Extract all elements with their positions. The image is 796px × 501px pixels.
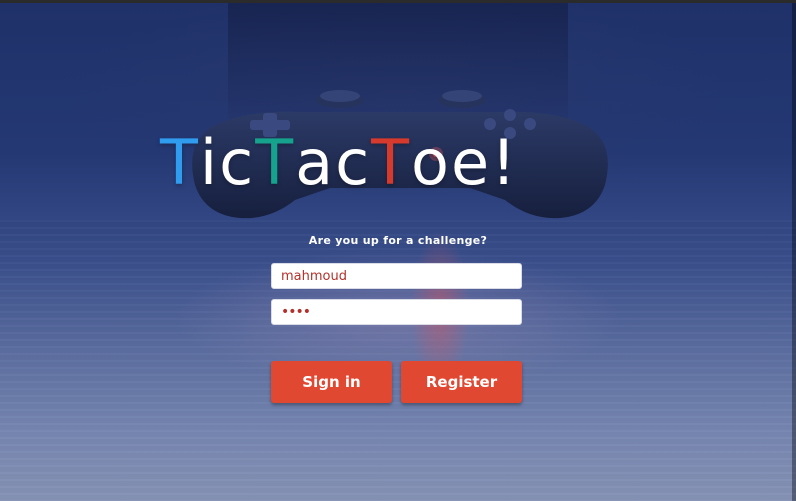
title-letter-t-red: T [371, 126, 412, 199]
game-title: Tic Tac Toe! [160, 128, 640, 198]
username-field[interactable] [271, 263, 522, 289]
title-letter-t-blue: T [160, 126, 200, 199]
sign-in-button[interactable]: Sign in [271, 361, 392, 403]
subtitle: Are you up for a challenge? [308, 234, 488, 247]
window-right-border [792, 3, 796, 501]
password-field[interactable] [271, 299, 522, 325]
register-button[interactable]: Register [401, 361, 522, 403]
title-part-oe: oe! [411, 126, 518, 199]
app-window: Tic Tac Toe! Are you up for a challenge?… [0, 0, 796, 501]
title-part-ic: ic [199, 126, 256, 199]
game-controller-icon [192, 90, 608, 219]
title-part-ac: ac [295, 126, 372, 199]
title-letter-t-green: T [255, 126, 296, 199]
